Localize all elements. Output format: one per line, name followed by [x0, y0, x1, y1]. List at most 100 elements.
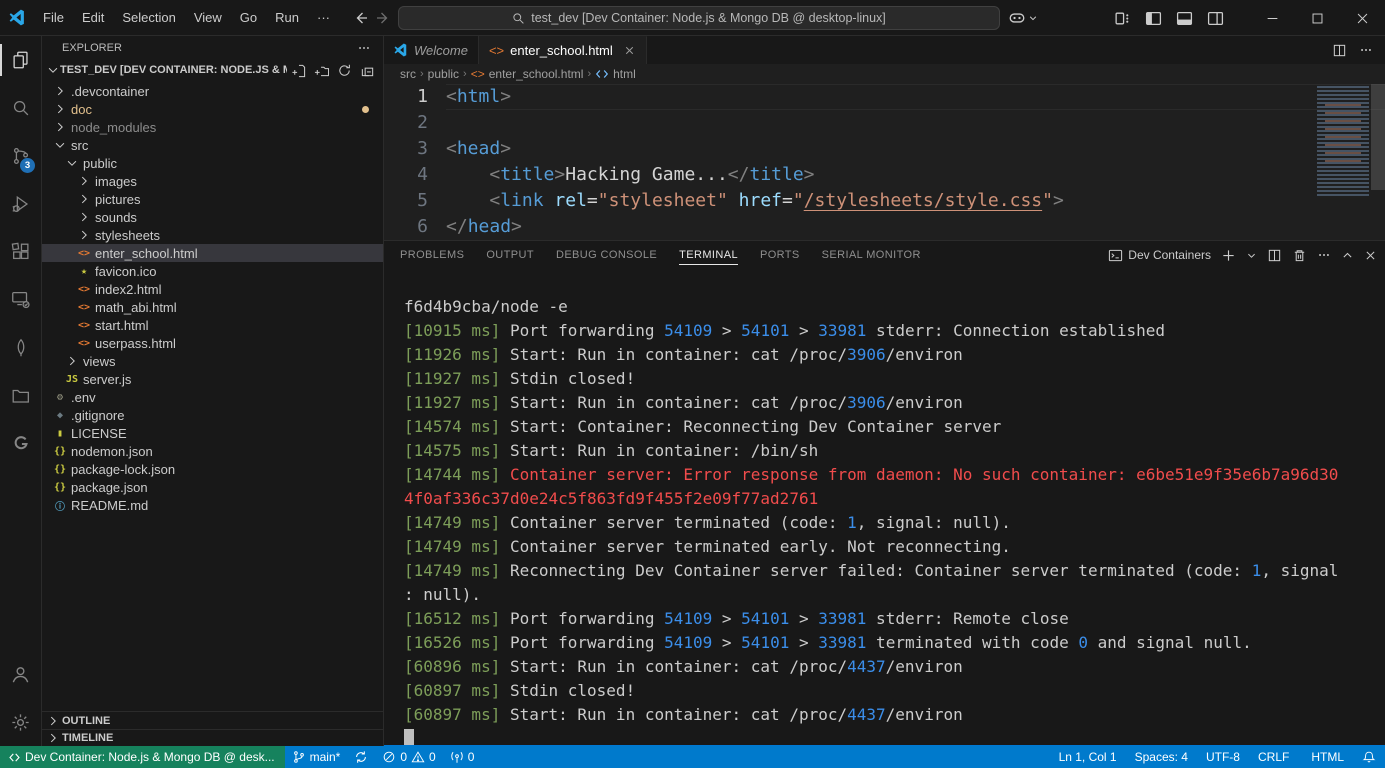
window-minimize-button[interactable] — [1250, 0, 1295, 36]
terminal-icon — [1108, 248, 1123, 263]
breadcrumb-enter_school.html[interactable]: <>enter_school.html — [471, 67, 584, 81]
menu-Selection[interactable]: Selection — [113, 6, 184, 29]
status-git-branch[interactable]: main* — [285, 746, 348, 768]
activity-run-and-debug[interactable] — [0, 180, 41, 228]
tree-item-node_modules[interactable]: node_modules — [42, 118, 383, 136]
remote-indicator[interactable]: Dev Container: Node.js & Mongo DB @ desk… — [0, 746, 285, 768]
tree-item-pictures[interactable]: pictures — [42, 190, 383, 208]
editor-scrollbar[interactable] — [1371, 84, 1385, 190]
toggle-primary-sidebar-icon[interactable] — [1145, 10, 1162, 27]
back-arrow-icon[interactable] — [353, 10, 369, 26]
panel-tab-problems[interactable]: PROBLEMS — [400, 241, 464, 269]
kill-terminal-icon[interactable] — [1292, 248, 1307, 263]
tree-item-start.html[interactable]: <>start.html — [42, 316, 383, 334]
tree-item-LICENSE[interactable]: ▮LICENSE — [42, 424, 383, 442]
tree-item-favicon.ico[interactable]: ★favicon.ico — [42, 262, 383, 280]
tree-item-userpass.html[interactable]: <>userpass.html — [42, 334, 383, 352]
menu-Go[interactable]: Go — [231, 6, 266, 29]
status-encoding[interactable]: UTF-8 — [1197, 746, 1249, 768]
tree-item-doc[interactable]: doc — [42, 100, 383, 118]
collapse-all-icon[interactable] — [360, 63, 375, 78]
menu-View[interactable]: View — [185, 6, 231, 29]
tree-item-nodemon.json[interactable]: {}nodemon.json — [42, 442, 383, 460]
refresh-icon[interactable] — [337, 63, 352, 78]
tree-item-math_abi.html[interactable]: <>math_abi.html — [42, 298, 383, 316]
status-ports[interactable]: 0 — [443, 746, 482, 768]
toggle-secondary-sidebar-icon[interactable] — [1207, 10, 1224, 27]
tree-item-README.md[interactable]: ⓘREADME.md — [42, 496, 383, 514]
customize-layout-icon[interactable] — [1114, 10, 1131, 27]
panel-more-actions-icon[interactable] — [1317, 248, 1331, 262]
menu-Edit[interactable]: Edit — [73, 6, 113, 29]
breadcrumb-src[interactable]: src — [400, 67, 416, 81]
terminal-output[interactable]: f6d4b9cba/node -e[10915 ms] Port forward… — [384, 269, 1385, 745]
command-center[interactable]: test_dev [Dev Container: Node.js & Mongo… — [398, 6, 1000, 30]
panel-tab-debug-console[interactable]: DEBUG CONSOLE — [556, 241, 657, 269]
menu-more[interactable]: ··· — [308, 6, 339, 29]
status-problems[interactable]: 0 0 — [375, 746, 442, 768]
tree-item-images[interactable]: images — [42, 172, 383, 190]
forward-arrow-icon[interactable] — [375, 10, 391, 26]
status-indentation[interactable]: Spaces: 4 — [1126, 746, 1197, 768]
terminal-dropdown-icon[interactable] — [1246, 250, 1257, 261]
activity-containers[interactable] — [0, 372, 41, 420]
tree-item-src[interactable]: src — [42, 136, 383, 154]
close-panel-icon[interactable] — [1364, 249, 1377, 262]
tree-item-public[interactable]: public — [42, 154, 383, 172]
tree-item-sounds[interactable]: sounds — [42, 208, 383, 226]
activity-settings[interactable] — [0, 698, 41, 746]
new-file-icon[interactable] — [291, 63, 306, 78]
minimap[interactable] — [1317, 86, 1369, 198]
explorer-more-actions-icon[interactable] — [357, 41, 371, 55]
activity-remote-explorer[interactable] — [0, 276, 41, 324]
activity-explorer[interactable] — [0, 36, 41, 84]
split-editor-icon[interactable] — [1332, 43, 1347, 58]
tree-item-views[interactable]: views — [42, 352, 383, 370]
copilot-button[interactable] — [1008, 6, 1038, 30]
timeline-section[interactable]: TIMELINE — [42, 729, 383, 746]
activity-source-control[interactable]: 3 — [0, 132, 41, 180]
activity-extensions[interactable] — [0, 228, 41, 276]
editor-more-actions-icon[interactable] — [1359, 43, 1373, 57]
new-terminal-icon[interactable] — [1221, 248, 1236, 263]
status-eol[interactable]: CRLF — [1249, 746, 1298, 768]
panel-tab-terminal[interactable]: TERMINAL — [679, 241, 738, 269]
activity-search[interactable] — [0, 84, 41, 132]
breadcrumb-html[interactable]: html — [595, 67, 636, 81]
status-cursor-position[interactable]: Ln 1, Col 1 — [1050, 746, 1126, 768]
tree-item-.gitignore[interactable]: ◆.gitignore — [42, 406, 383, 424]
split-terminal-icon[interactable] — [1267, 248, 1282, 263]
tab-enter_school.html[interactable]: <>enter_school.html — [479, 36, 647, 64]
terminal-profile[interactable]: Dev Containers — [1108, 248, 1211, 263]
activity-gitlens[interactable] — [0, 420, 41, 468]
workspace-section-header[interactable]: TEST_DEV [DEV CONTAINER: NODE.JS & MONGO… — [42, 60, 383, 80]
tree-item-.devcontainer[interactable]: .devcontainer — [42, 82, 383, 100]
activity-accounts[interactable] — [0, 650, 41, 698]
window-close-button[interactable] — [1340, 0, 1385, 36]
tree-item-stylesheets[interactable]: stylesheets — [42, 226, 383, 244]
tree-item-enter_school.html[interactable]: <>enter_school.html — [42, 244, 383, 262]
activity-mongodb[interactable] — [0, 324, 41, 372]
breadcrumb-public[interactable]: public — [428, 67, 459, 81]
menu-Run[interactable]: Run — [266, 6, 308, 29]
tree-item-index2.html[interactable]: <>index2.html — [42, 280, 383, 298]
panel-tab-ports[interactable]: PORTS — [760, 241, 800, 269]
status-notifications[interactable] — [1353, 746, 1385, 768]
menu-File[interactable]: File — [34, 6, 73, 29]
new-folder-icon[interactable] — [314, 63, 329, 78]
panel-tab-output[interactable]: OUTPUT — [486, 241, 534, 269]
toggle-panel-icon[interactable] — [1176, 10, 1193, 27]
tree-item-server.js[interactable]: JSserver.js — [42, 370, 383, 388]
close-tab-icon[interactable] — [623, 44, 636, 57]
status-language-mode[interactable]: HTML — [1298, 746, 1353, 768]
maximize-panel-icon[interactable] — [1341, 249, 1354, 262]
tab-Welcome[interactable]: Welcome — [384, 36, 479, 64]
outline-section[interactable]: OUTLINE — [42, 712, 383, 729]
tree-item-.env[interactable]: ⚙.env — [42, 388, 383, 406]
panel-tab-serial-monitor[interactable]: SERIAL MONITOR — [822, 241, 921, 269]
tree-item-package.json[interactable]: {}package.json — [42, 478, 383, 496]
window-maximize-button[interactable] — [1295, 0, 1340, 36]
code-editor[interactable]: 1 <html> 2 3 <head> 4 <title>Hacking Gam… — [384, 84, 1385, 240]
tree-item-package-lock.json[interactable]: {}package-lock.json — [42, 460, 383, 478]
status-sync[interactable] — [347, 746, 375, 768]
